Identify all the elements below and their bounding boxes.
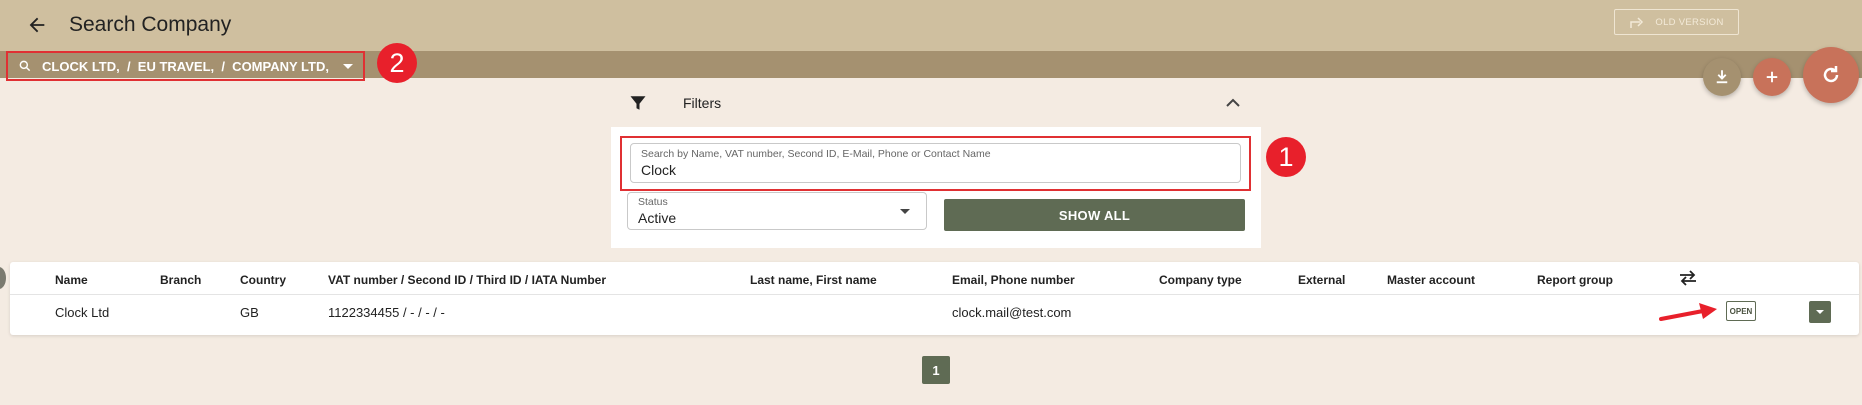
table-divider [10, 294, 1859, 295]
cell-vat: 1122334455 / - / - / - [328, 305, 445, 320]
app-header: Search Company OLD VERSION [0, 0, 1862, 51]
show-all-button[interactable]: SHOW ALL [944, 199, 1245, 231]
column-header-name: Name [55, 273, 88, 287]
swap-columns-icon[interactable] [1679, 270, 1697, 286]
column-header-vat: VAT number / Second ID / Third ID / IATA… [328, 273, 607, 287]
open-button[interactable]: OPEN [1726, 301, 1756, 321]
search-icon [19, 60, 31, 72]
old-version-button[interactable]: OLD VERSION [1614, 9, 1739, 35]
column-header-email-phone: Email, Phone number [952, 273, 1075, 287]
company-selector[interactable]: CLOCK LTD, / EU TRAVEL, / COMPANY LTD, [6, 51, 365, 81]
search-input-label: Search by Name, VAT number, Second ID, E… [641, 148, 991, 160]
download-button[interactable] [1703, 58, 1741, 96]
column-header-contact-name: Last name, First name [750, 273, 877, 287]
column-header-branch: Branch [160, 273, 202, 287]
results-table: Name Branch Country VAT number / Second … [10, 262, 1859, 335]
search-input[interactable]: Search by Name, VAT number, Second ID, E… [630, 143, 1241, 183]
selected-companies-text: CLOCK LTD, / EU TRAVEL, / COMPANY LTD, [42, 58, 329, 74]
cell-country: GB [240, 305, 259, 320]
column-header-country: Country [240, 273, 286, 287]
back-arrow-icon[interactable] [26, 14, 48, 36]
column-header-company-type: Company type [1159, 273, 1242, 287]
status-label: Status [638, 196, 668, 208]
annotation-arrow-icon [1659, 303, 1717, 321]
annotation-badge-2: 2 [377, 43, 417, 83]
status-select[interactable]: Status Active [627, 192, 927, 230]
cell-name: Clock Ltd [55, 305, 110, 320]
plus-icon [1766, 71, 1778, 83]
status-value: Active [638, 210, 677, 226]
cell-email-phone: clock.mail@test.com [952, 305, 1072, 320]
filters-label: Filters [683, 95, 722, 111]
filter-icon [630, 96, 646, 110]
dropdown-caret-icon[interactable] [342, 63, 353, 69]
side-panel-handle[interactable] [0, 267, 6, 289]
download-icon [1716, 70, 1728, 84]
search-input-value[interactable]: Clock [641, 162, 1230, 178]
add-company-button[interactable] [1753, 58, 1791, 96]
column-header-report-group: Report group [1537, 273, 1613, 287]
dropdown-arrow-icon[interactable] [900, 209, 910, 214]
annotation-badge-1: 1 [1266, 137, 1306, 177]
refresh-icon [1823, 66, 1839, 83]
pagination-page-1[interactable]: 1 [922, 356, 950, 384]
refresh-button[interactable] [1803, 47, 1859, 103]
redirect-arrow-icon [1630, 17, 1644, 28]
old-version-label: OLD VERSION [1655, 16, 1724, 28]
column-header-external: External [1298, 273, 1346, 287]
search-highlight: Search by Name, VAT number, Second ID, E… [620, 136, 1251, 191]
caret-down-icon [1816, 310, 1824, 314]
page-title: Search Company [69, 13, 232, 36]
row-actions-button[interactable] [1809, 301, 1831, 323]
column-header-master-account: Master account [1387, 273, 1476, 287]
chevron-up-icon[interactable] [1225, 96, 1241, 108]
